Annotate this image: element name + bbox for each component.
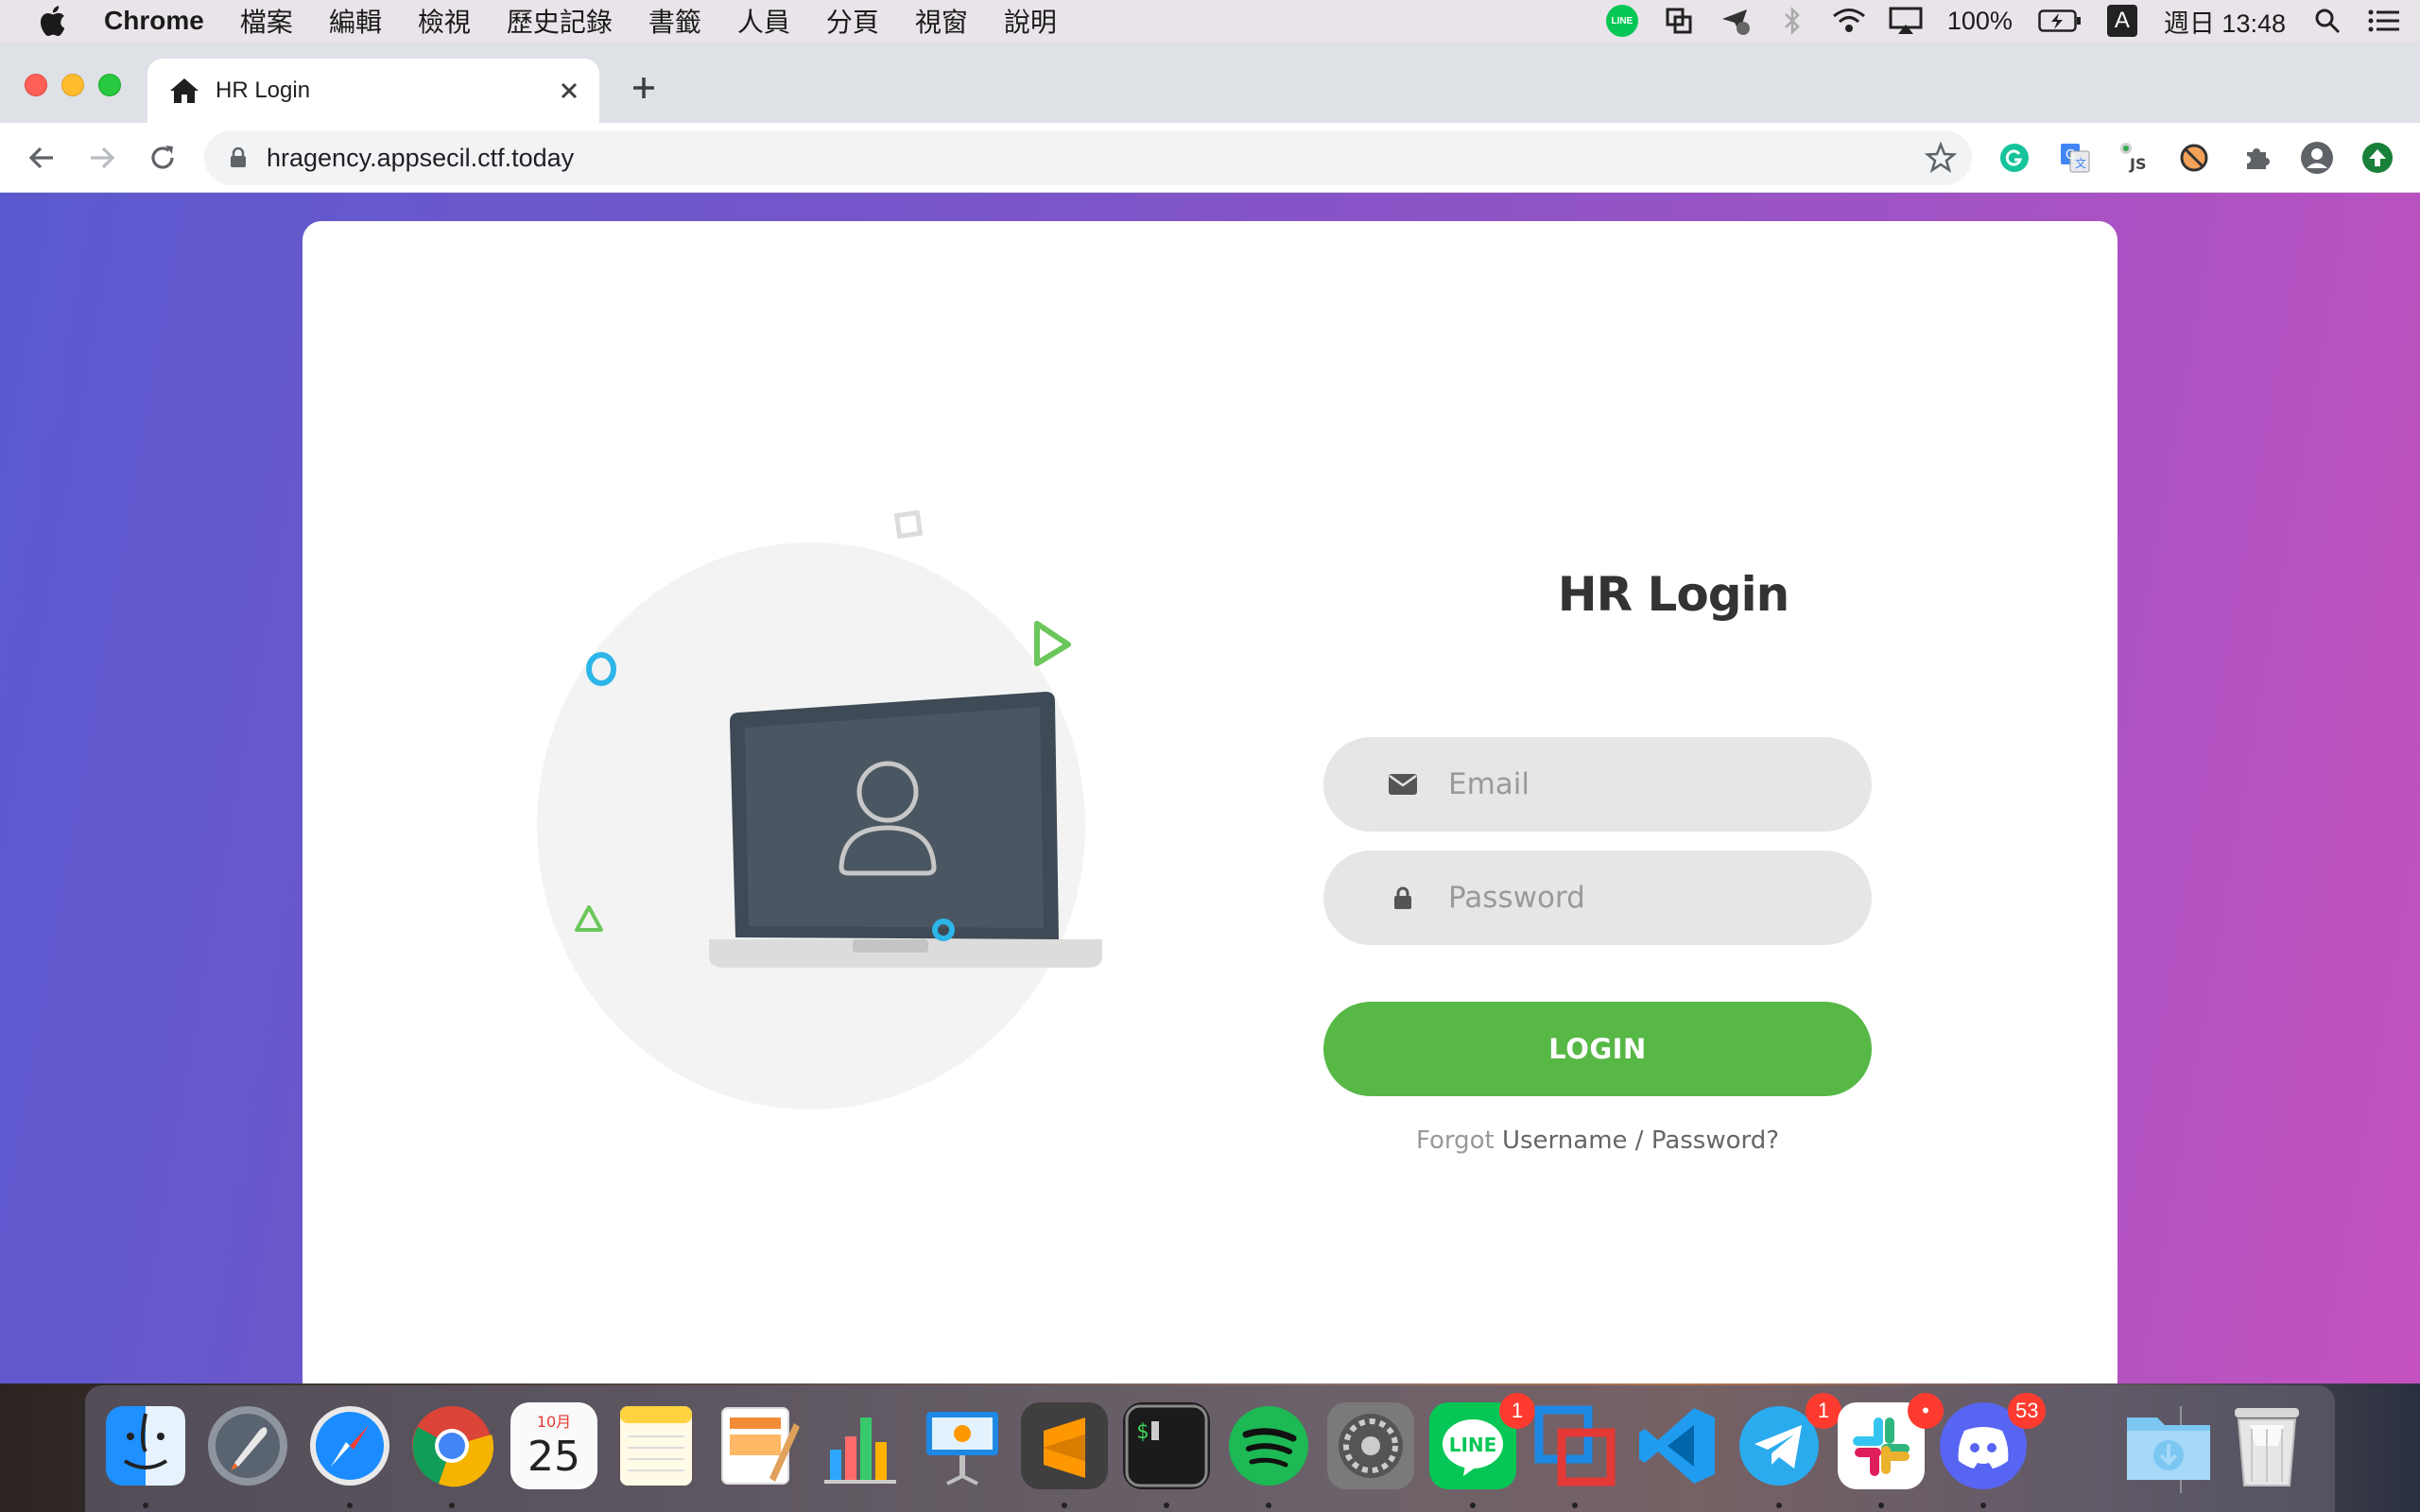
menu-edit[interactable]: 編輯 <box>329 2 382 40</box>
back-button[interactable] <box>23 139 60 177</box>
spotify-icon[interactable] <box>1225 1402 1312 1489</box>
laptop-user-illustration <box>575 509 1102 968</box>
slack-notification-badge: • <box>1908 1393 1944 1429</box>
window-close-button[interactable] <box>25 74 47 96</box>
wifi-icon[interactable] <box>1832 4 1866 38</box>
downloads-folder-icon[interactable] <box>2123 1402 2214 1489</box>
svg-text:10月: 10月 <box>537 1413 571 1431</box>
forgot-credentials: Forgot Username / Password? <box>1323 1126 1872 1155</box>
trash-icon[interactable] <box>2223 1402 2310 1489</box>
launchpad-icon[interactable] <box>204 1402 291 1489</box>
forward-button[interactable] <box>83 139 121 177</box>
forgot-credentials-link[interactable]: Username / Password? <box>1502 1126 1779 1155</box>
menu-history[interactable]: 歷史記錄 <box>507 2 613 40</box>
forgot-prefix: Forgot <box>1415 1126 1495 1155</box>
dock: 10月 25 $ LINE 1 1 • 53 <box>85 1385 2335 1512</box>
terminal-icon[interactable]: $ <box>1123 1402 1210 1489</box>
js-extension-icon[interactable]: JS <box>2118 140 2153 176</box>
window-zoom-button[interactable] <box>98 74 121 96</box>
menu-bar: Chrome 檔案 編輯 檢視 歷史記錄 書籤 人員 分頁 視窗 說明 LINE… <box>0 0 2420 42</box>
menu-help[interactable]: 說明 <box>1004 2 1057 40</box>
discord-notification-badge: 53 <box>2008 1393 2047 1429</box>
chrome-icon[interactable] <box>408 1402 495 1489</box>
home-icon <box>170 78 199 103</box>
menu-view[interactable]: 檢視 <box>418 2 471 40</box>
battery-icon[interactable] <box>2037 4 2083 38</box>
menu-window[interactable]: 視窗 <box>915 2 968 40</box>
spotlight-search-icon[interactable] <box>2310 4 2344 38</box>
menu-people[interactable]: 人員 <box>737 2 790 40</box>
page-title: HR Login <box>1557 567 1790 622</box>
sublime-text-icon[interactable] <box>1021 1402 1108 1489</box>
svg-text:文: 文 <box>2075 156 2086 170</box>
new-tab-button[interactable] <box>626 70 662 106</box>
page-viewport: HR Login LOGIN Forgot Username / Passwor… <box>0 193 2420 1383</box>
grammarly-extension-icon[interactable] <box>1996 140 2032 176</box>
screen-share-icon[interactable] <box>1662 4 1696 38</box>
input-method-icon[interactable]: A <box>2105 4 2139 38</box>
email-field-wrapper[interactable] <box>1323 737 1872 832</box>
vscode-icon[interactable] <box>1634 1402 1720 1489</box>
numbers-icon[interactable] <box>817 1402 904 1489</box>
safari-icon[interactable] <box>306 1402 393 1489</box>
url-text[interactable]: hragency.appsecil.ctf.today <box>267 144 574 173</box>
line-notification-badge: 1 <box>1499 1393 1535 1429</box>
parallels-icon[interactable] <box>1531 1402 1618 1489</box>
svg-text:LINE: LINE <box>1449 1434 1497 1456</box>
menu-file[interactable]: 檔案 <box>240 2 293 40</box>
system-preferences-icon[interactable] <box>1327 1402 1414 1489</box>
menu-app-name[interactable]: Chrome <box>104 6 204 36</box>
notification-center-icon[interactable] <box>2367 4 2401 38</box>
notes-icon[interactable] <box>613 1402 700 1489</box>
reload-button[interactable] <box>144 139 182 177</box>
login-button[interactable]: LOGIN <box>1323 1002 1872 1096</box>
line-status-icon[interactable]: LINE <box>1605 4 1639 38</box>
telegram-notification-badge: 1 <box>1806 1393 1841 1429</box>
keynote-icon[interactable] <box>919 1402 1006 1489</box>
window-minimize-button[interactable] <box>61 74 84 96</box>
password-input[interactable] <box>1448 881 1826 915</box>
lock-icon[interactable] <box>225 145 251 171</box>
tab-strip: HR Login <box>0 42 2420 123</box>
address-bar[interactable]: hragency.appsecil.ctf.today <box>204 130 1972 185</box>
login-card: HR Login LOGIN Forgot Username / Passwor… <box>302 221 2118 1383</box>
extensions-puzzle-icon[interactable] <box>2238 140 2274 176</box>
apple-menu-icon[interactable] <box>38 5 66 37</box>
battery-percentage: 100% <box>1946 6 2013 35</box>
pages-icon[interactable] <box>715 1402 802 1489</box>
tab-close-icon[interactable] <box>552 74 586 108</box>
svg-text:JS: JS <box>2129 155 2146 173</box>
menu-clock[interactable]: 週日 13:48 <box>2164 3 2286 40</box>
svg-text:$: $ <box>1136 1420 1149 1444</box>
svg-text:G: G <box>2066 148 2075 163</box>
browser-toolbar: hragency.appsecil.ctf.today G文 JS <box>0 123 2420 193</box>
lock-icon <box>1384 879 1422 917</box>
send-icon[interactable] <box>1719 4 1753 38</box>
profile-avatar-icon[interactable] <box>2299 140 2335 176</box>
google-translate-extension-icon[interactable]: G文 <box>2057 140 2093 176</box>
svg-text:25: 25 <box>527 1433 580 1481</box>
blocked-extension-icon[interactable] <box>2176 140 2212 176</box>
menu-tab[interactable]: 分頁 <box>826 2 879 40</box>
active-tab[interactable]: HR Login <box>147 59 599 123</box>
calendar-icon[interactable]: 10月 25 <box>510 1402 597 1489</box>
bluetooth-icon[interactable] <box>1775 4 1809 38</box>
airplay-icon[interactable] <box>1889 4 1923 38</box>
password-field-wrapper[interactable] <box>1323 850 1872 945</box>
menu-bookmarks[interactable]: 書籤 <box>648 2 701 40</box>
email-input[interactable] <box>1448 767 1826 801</box>
finder-icon[interactable] <box>102 1402 189 1489</box>
chrome-update-icon[interactable] <box>2360 140 2395 176</box>
tab-title: HR Login <box>216 77 311 103</box>
envelope-icon <box>1384 765 1422 803</box>
bookmark-star-icon[interactable] <box>1925 142 1957 174</box>
